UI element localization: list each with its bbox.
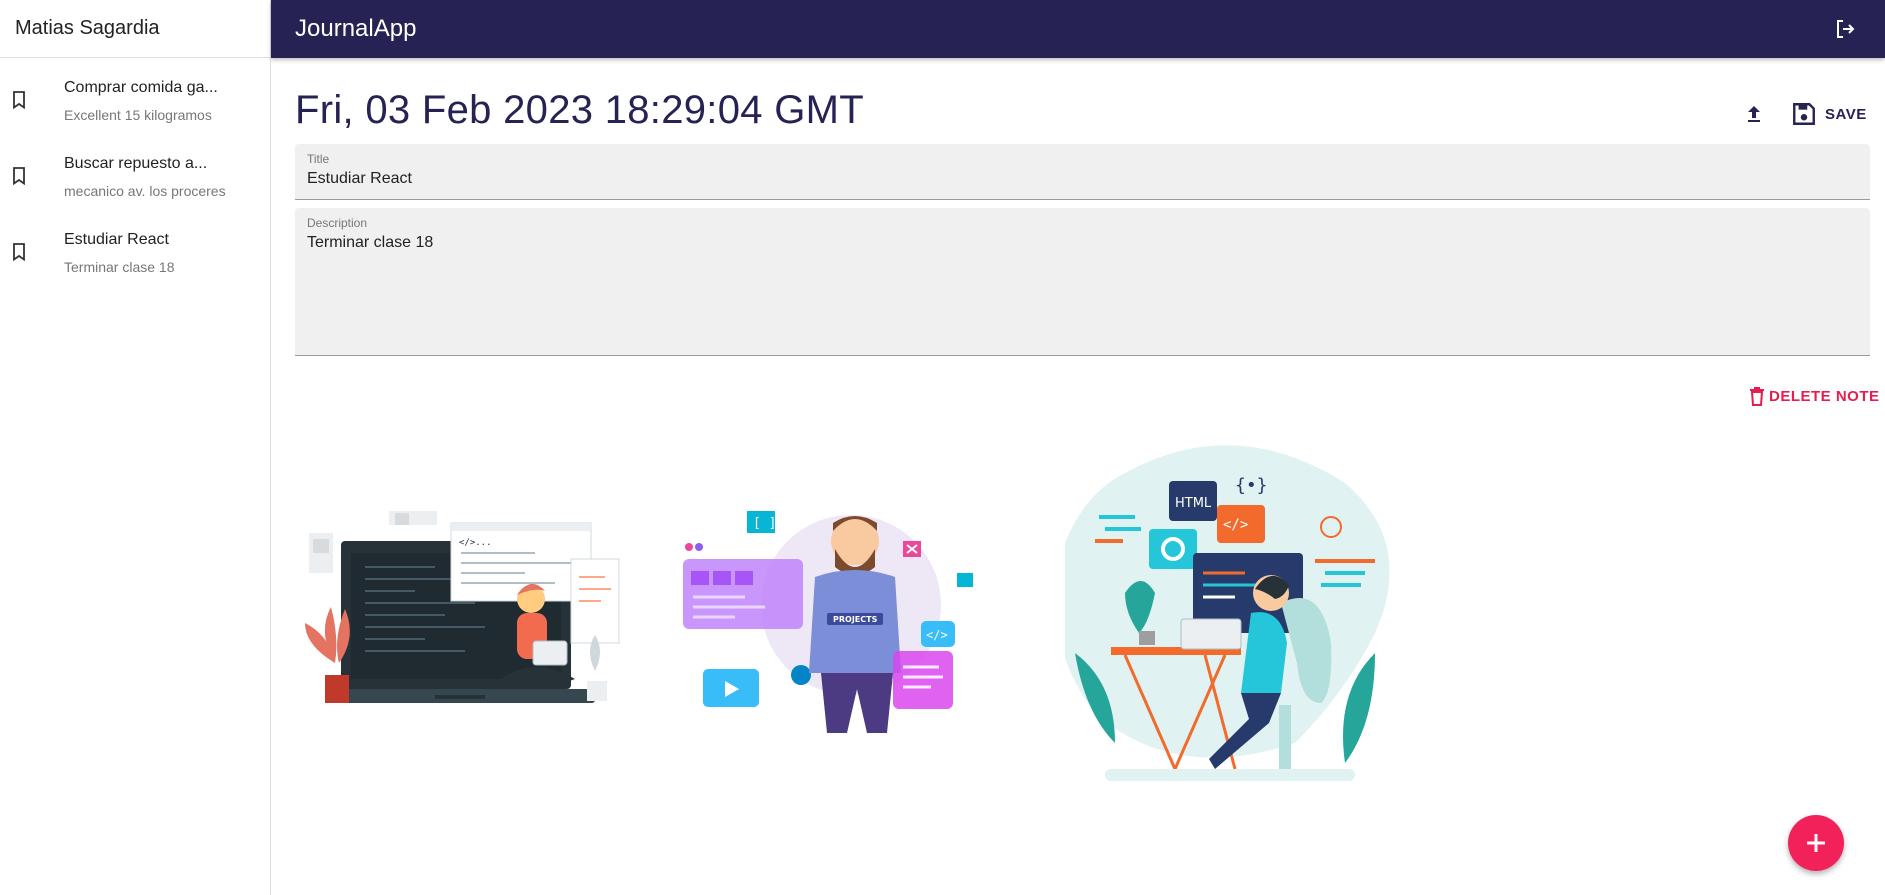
svg-text:HTML: HTML [1175,496,1212,511]
sidebar: Matias Sagardia Comprar comida ga... Exc… [0,0,271,895]
app-title: JournalApp [295,15,417,42]
description-field-label: Description [307,216,368,230]
bookmark-icon [0,229,64,266]
note-image-gallery: </>... [ ] PROJECTS </> HTML </> {•} [305,433,1485,823]
add-note-button[interactable] [1788,815,1844,871]
note-date: Fri, 03 Feb 2023 18:29:04 GMT [295,88,864,132]
title-field[interactable]: Title Estudiar React [295,144,1870,200]
upload-icon [1748,106,1760,122]
save-button[interactable]: SAVE [1781,96,1877,132]
title-input[interactable]: Estudiar React [307,170,1858,188]
note-list: Comprar comida ga... Excellent 15 kilogr… [0,58,270,295]
svg-text:</>: </> [1223,517,1248,533]
save-label: SAVE [1825,105,1867,123]
delete-note-button[interactable]: DELETE NOTE [1749,386,1880,406]
note-item-body: Excellent 15 kilogramos [64,107,212,123]
developer-with-laptop-illustration[interactable]: </>... [305,503,625,733]
developer-at-desk-html-illustration[interactable]: HTML </> {•} [1065,433,1405,787]
logout-button[interactable] [1825,9,1865,49]
svg-text:{•}: {•} [1235,475,1268,496]
note-item-title: Comprar comida ga... [64,79,218,96]
logout-icon [1837,20,1855,38]
user-name: Matias Sagardia [15,17,160,39]
note-list-item[interactable]: Comprar comida ga... Excellent 15 kilogr… [0,67,270,143]
floppy-disk-icon [1793,103,1815,125]
svg-text:PROJECTS: PROJECTS [833,615,878,624]
description-input[interactable]: Terminar clase 18 [307,234,1858,252]
developer-projects-illustration[interactable]: [ ] PROJECTS </> [675,501,975,737]
bookmark-icon [0,77,64,114]
svg-text:[ ]: [ ] [753,516,776,531]
delete-note-label: DELETE NOTE [1769,387,1880,405]
title-field-label: Title [307,152,330,166]
description-field[interactable]: Description Terminar clase 18 [295,208,1870,356]
plus-icon [1807,834,1825,852]
upload-button[interactable] [1734,96,1774,132]
note-item-title: Buscar repuesto a... [64,155,208,172]
sidebar-header: Matias Sagardia [0,0,270,58]
trash-icon [1750,387,1764,406]
bookmark-icon [0,153,64,190]
note-item-body: Terminar clase 18 [64,259,175,275]
note-list-item[interactable]: Estudiar React Terminar clase 18 [0,219,270,295]
note-item-body: mecanico av. los proceres [64,183,226,199]
note-item-title: Estudiar React [64,231,169,248]
svg-text:</>...: </>... [459,538,492,548]
app-bar: JournalApp [271,0,1885,58]
svg-text:</>: </> [926,628,948,642]
note-list-item[interactable]: Buscar repuesto a... mecanico av. los pr… [0,143,270,219]
note-view: Fri, 03 Feb 2023 18:29:04 GMT SAVE Title… [271,58,1885,895]
